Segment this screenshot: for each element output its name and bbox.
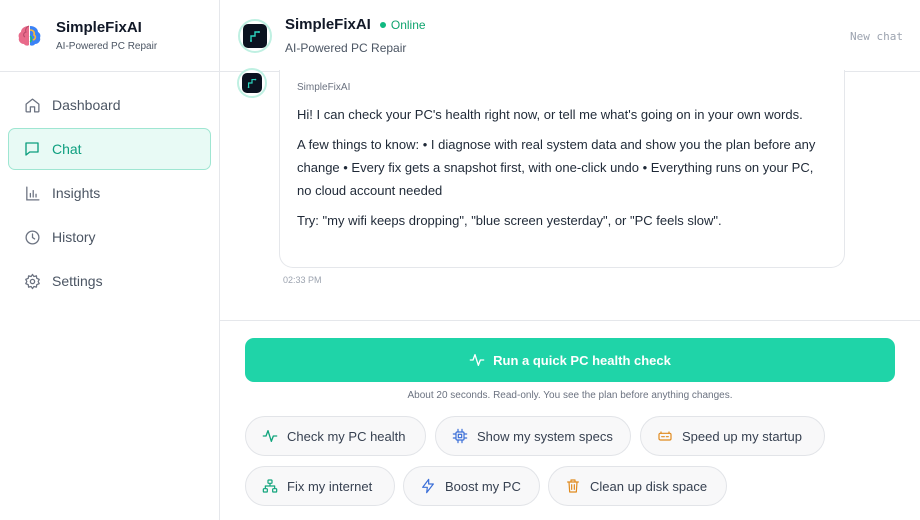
lightning-icon (420, 478, 436, 494)
sidebar-item-chat[interactable]: Chat (8, 128, 211, 170)
sidebar-item-label: History (52, 229, 96, 245)
run-health-check-button[interactable]: Run a quick PC health check (245, 338, 895, 382)
sidebar-item-insights[interactable]: Insights (8, 172, 211, 214)
sidebar-item-label: Settings (52, 273, 103, 289)
chip-label: Clean up disk space (590, 478, 708, 494)
assistant-avatar (238, 18, 272, 53)
chip-label: Speed up my startup (682, 428, 802, 444)
pulse-icon (262, 428, 278, 444)
online-status: Online (390, 17, 426, 32)
pulse-icon (469, 354, 485, 366)
clock-icon (23, 228, 41, 246)
message-sender: SimpleFixAI (297, 82, 351, 93)
brand-tagline: AI-Powered PC Repair (56, 41, 158, 52)
online-status-dot-icon (379, 21, 386, 28)
message-paragraph: A few things to know: • I diagnose with … (297, 137, 816, 198)
message-paragraph: Hi! I can check your PC's health right n… (297, 107, 803, 122)
chip-boost-pc[interactable]: Boost my PC (403, 466, 540, 506)
sidebar-nav: Dashboard Chat Insights History Settings (0, 72, 219, 302)
sidebar-item-label: Insights (52, 185, 101, 201)
chip-label: Show my system specs (477, 428, 613, 444)
app-logo-icon (250, 30, 260, 42)
sidebar-item-history[interactable]: History (8, 216, 211, 258)
gear-icon (23, 272, 41, 290)
cpu-icon (452, 428, 468, 444)
chip-check-pc-health[interactable]: Check my PC health (245, 416, 426, 456)
message-avatar (237, 68, 267, 98)
sidebar-item-dashboard[interactable]: Dashboard (8, 84, 211, 126)
chat-header: SimpleFixAI Online AI-Powered PC Repair … (220, 0, 920, 72)
bar-chart-icon (23, 184, 41, 202)
message-paragraph: Try: "my wifi keeps dropping", "blue scr… (297, 213, 722, 228)
sidebar-item-label: Chat (52, 141, 82, 157)
trash-icon (565, 478, 581, 494)
home-icon (23, 96, 41, 114)
sidebar: SimpleFixAI AI-Powered PC Repair Dashboa… (0, 0, 220, 520)
quick-actions-panel: Run a quick PC health check About 20 sec… (220, 320, 920, 520)
new-chat-button[interactable]: New chat (850, 30, 903, 43)
health-check-note: About 20 seconds. Read-only. You see the… (407, 390, 733, 401)
chip-speed-up-startup[interactable]: Speed up my startup (640, 416, 825, 456)
chat-icon (23, 140, 41, 158)
app-logo-icon (247, 78, 257, 89)
message-timestamp: 02:33 PM (283, 275, 322, 285)
chip-fix-internet[interactable]: Fix my internet (245, 466, 395, 506)
gauge-icon (657, 428, 673, 444)
chip-label: Check my PC health (287, 428, 406, 444)
chat-subtitle: AI-Powered PC Repair (285, 41, 407, 55)
chat-title: SimpleFixAI (285, 16, 371, 33)
chip-clean-disk-space[interactable]: Clean up disk space (548, 466, 727, 506)
brand: SimpleFixAI AI-Powered PC Repair (0, 0, 219, 72)
chip-label: Fix my internet (287, 478, 373, 494)
brand-title: SimpleFixAI (56, 19, 142, 36)
sidebar-item-label: Dashboard (52, 97, 121, 113)
assistant-message-bubble: SimpleFixAI Hi! I can check your PC's he… (279, 70, 845, 268)
chip-label: Boost my PC (445, 478, 521, 494)
run-health-check-label: Run a quick PC health check (493, 352, 671, 368)
network-icon (262, 478, 278, 494)
sidebar-item-settings[interactable]: Settings (8, 260, 211, 302)
chip-show-system-specs[interactable]: Show my system specs (435, 416, 631, 456)
brain-logo-icon (18, 25, 41, 46)
